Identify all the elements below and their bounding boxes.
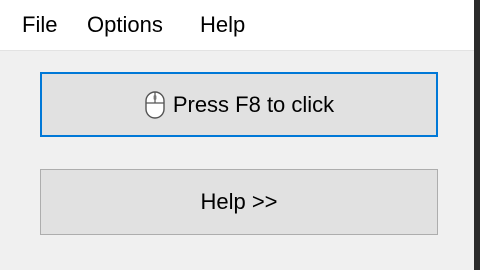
app-window: File Options Help Press F8 to click Help… <box>0 0 480 270</box>
menu-bar: File Options Help <box>0 0 474 51</box>
help-expand-label: Help >> <box>200 189 278 214</box>
menu-help[interactable]: Help <box>200 10 245 40</box>
mouse-icon <box>144 90 166 120</box>
menu-options[interactable]: Options <box>87 10 163 40</box>
window-edge <box>474 0 480 270</box>
press-f8-click-label: Press F8 to click <box>172 91 335 117</box>
help-expand-button[interactable]: Help >> <box>40 169 438 235</box>
press-f8-click-button[interactable]: Press F8 to click <box>40 72 438 137</box>
menu-file[interactable]: File <box>22 10 57 40</box>
